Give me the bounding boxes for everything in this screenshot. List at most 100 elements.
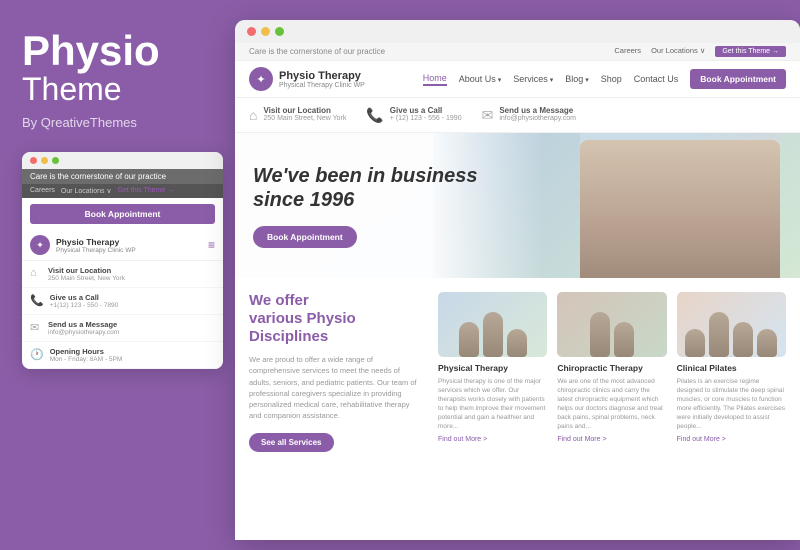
main-dot-yellow — [261, 27, 270, 36]
mini-browser: Care is the cornerstone of our practice … — [22, 152, 223, 369]
nav-home[interactable]: Home — [423, 73, 447, 86]
site-logo-name: Physio Therapy — [279, 70, 365, 82]
card-1-text: Physical therapy is one of the major ser… — [438, 377, 547, 432]
mini-location-val: 250 Main Street, New York — [48, 275, 125, 282]
mini-top-bar: Care is the cornerstone of our practice — [22, 169, 223, 184]
main-dot-red — [247, 27, 256, 36]
card-1-link[interactable]: Find out More > — [438, 436, 547, 443]
person-8 — [733, 322, 753, 357]
person-2 — [483, 312, 503, 357]
location-icon: ⌂ — [249, 107, 257, 123]
card-2-image — [557, 292, 666, 357]
mini-hours-label: Opening Hours — [50, 347, 123, 356]
nav-contact[interactable]: Contact Us — [634, 74, 679, 84]
card-2-title: Chiropractic Therapy — [557, 363, 666, 373]
email-val: info@physiotherapy.com — [499, 115, 576, 122]
mini-phone-val: +1(12) 123 - 550 - 7890 — [50, 302, 118, 309]
hero-title: We've been in business since 1996 — [253, 164, 477, 212]
mini-hamburger-icon[interactable]: ≡ — [208, 238, 215, 252]
mini-phone-label: Give us a Call — [50, 293, 118, 302]
info-phone: 📞 Give us a Call + (12) 123 - 556 - 1990 — [366, 106, 461, 124]
phone-label: Give us a Call — [390, 106, 462, 115]
card-3-image — [677, 292, 786, 357]
dot-yellow — [41, 157, 48, 164]
card-3-link[interactable]: Find out More > — [677, 436, 786, 443]
location-icon: ⌂ — [30, 267, 42, 279]
hero-silhouette — [580, 140, 780, 279]
see-all-services-button[interactable]: See all Services — [249, 433, 334, 452]
email-icon: ✉ — [482, 107, 494, 124]
mini-location-label: Visit our Location — [48, 266, 125, 275]
card-2-text: We are one of the most advanced chiropra… — [557, 377, 666, 432]
site-content: We offer various Physio Disciplines We a… — [235, 278, 800, 466]
top-bar-get-theme[interactable]: Get this Theme → — [715, 46, 786, 57]
card-1-image — [438, 292, 547, 357]
mini-hours-val: Mon - Friday: 8AM - 5PM — [50, 356, 123, 363]
left-title: Physio Theme By QreativeThemes — [22, 30, 223, 130]
site-top-bar: Care is the cornerstone of our practice … — [235, 43, 800, 61]
left-panel: Physio Theme By QreativeThemes Care is t… — [0, 0, 245, 550]
main-browser-titlebar — [235, 20, 800, 43]
mini-logo-sub: Physical Therapy Clinic WP — [56, 247, 136, 254]
card-2-link[interactable]: Find out More > — [557, 436, 666, 443]
hero-person — [580, 133, 780, 278]
phone-icon: 📞 — [30, 294, 44, 307]
hero-cta-button[interactable]: Book Appointment — [253, 226, 357, 248]
person-5 — [614, 322, 634, 357]
dot-green — [52, 157, 59, 164]
mini-browser-titlebar — [22, 152, 223, 169]
mini-logo-row: ✦ Physio Therapy Physical Therapy Clinic… — [22, 230, 223, 261]
card-pilates: Clinical Pilates Pilates is an exercise … — [677, 292, 786, 452]
nav-links: Home About Us Services Blog Shop Contact… — [423, 69, 786, 89]
top-bar-text: Care is the cornerstone of our practice — [249, 47, 385, 56]
location-val: 250 Main Street, New York — [263, 115, 346, 122]
mini-nav-bar: Careers Our Locations ∨ Get this Theme → — [22, 184, 223, 198]
main-browser: Care is the cornerstone of our practice … — [235, 20, 800, 540]
nav-shop[interactable]: Shop — [601, 74, 622, 84]
site-logo-sub: Physical Therapy Clinic WP — [279, 82, 365, 89]
top-bar-careers[interactable]: Careers — [614, 46, 641, 57]
mini-info-row-hours: 🕐 Opening Hours Mon - Friday: 8AM - 5PM — [22, 342, 223, 369]
physio-title: Physio — [22, 30, 223, 72]
content-description: We are proud to offer a wide range of co… — [249, 354, 424, 422]
mini-logo-text-wrap: Physio Therapy Physical Therapy Clinic W… — [56, 237, 136, 254]
nav-about[interactable]: About Us — [459, 74, 502, 84]
email-label: Send us a Message — [499, 106, 576, 115]
site-logo-icon: ✦ — [249, 67, 273, 91]
card-1-title: Physical Therapy — [438, 363, 547, 373]
mini-book-button[interactable]: Book Appointment — [30, 204, 215, 224]
by-label: By QreativeThemes — [22, 115, 223, 130]
site-wrapper: Care is the cornerstone of our practice … — [235, 43, 800, 535]
mini-info-row-email: ✉ Send us a Message info@physiotherapy.c… — [22, 315, 223, 342]
service-cards: Physical Therapy Physical therapy is one… — [438, 292, 786, 452]
person-3 — [507, 329, 527, 357]
main-dot-green — [275, 27, 284, 36]
mini-logo-name: Physio Therapy — [56, 237, 136, 247]
mini-logo-icon: ✦ — [30, 235, 50, 255]
mini-info-row-location: ⌂ Visit our Location 250 Main Street, Ne… — [22, 261, 223, 288]
site-logo: ✦ Physio Therapy Physical Therapy Clinic… — [249, 67, 365, 91]
info-location: ⌂ Visit our Location 250 Main Street, Ne… — [249, 106, 346, 124]
site-info-bar: ⌂ Visit our Location 250 Main Street, Ne… — [235, 98, 800, 133]
person-6 — [685, 329, 705, 357]
top-bar-locations[interactable]: Our Locations ∨ — [651, 46, 705, 57]
nav-services[interactable]: Services — [513, 74, 553, 84]
nav-book-button[interactable]: Book Appointment — [690, 69, 786, 89]
person-1 — [459, 322, 479, 357]
person-7 — [709, 312, 729, 357]
card-3-text: Pilates is an exercise regime designed t… — [677, 377, 786, 432]
theme-title: Theme — [22, 72, 223, 107]
card-3-title: Clinical Pilates — [677, 363, 786, 373]
info-email: ✉ Send us a Message info@physiotherapy.c… — [482, 106, 576, 124]
email-icon: ✉ — [30, 321, 42, 334]
hero-content: We've been in business since 1996 Book A… — [235, 144, 495, 268]
hero-section: We've been in business since 1996 Book A… — [235, 133, 800, 278]
phone-icon: 📞 — [366, 107, 383, 124]
card-chiropractic: Chiropractic Therapy We are one of the m… — [557, 292, 666, 452]
nav-blog[interactable]: Blog — [565, 74, 588, 84]
site-nav: ✦ Physio Therapy Physical Therapy Clinic… — [235, 61, 800, 98]
dot-red — [30, 157, 37, 164]
card-physical-therapy: Physical Therapy Physical therapy is one… — [438, 292, 547, 452]
person-4 — [590, 312, 610, 357]
mini-info-row-phone: 📞 Give us a Call +1(12) 123 - 550 - 7890 — [22, 288, 223, 315]
